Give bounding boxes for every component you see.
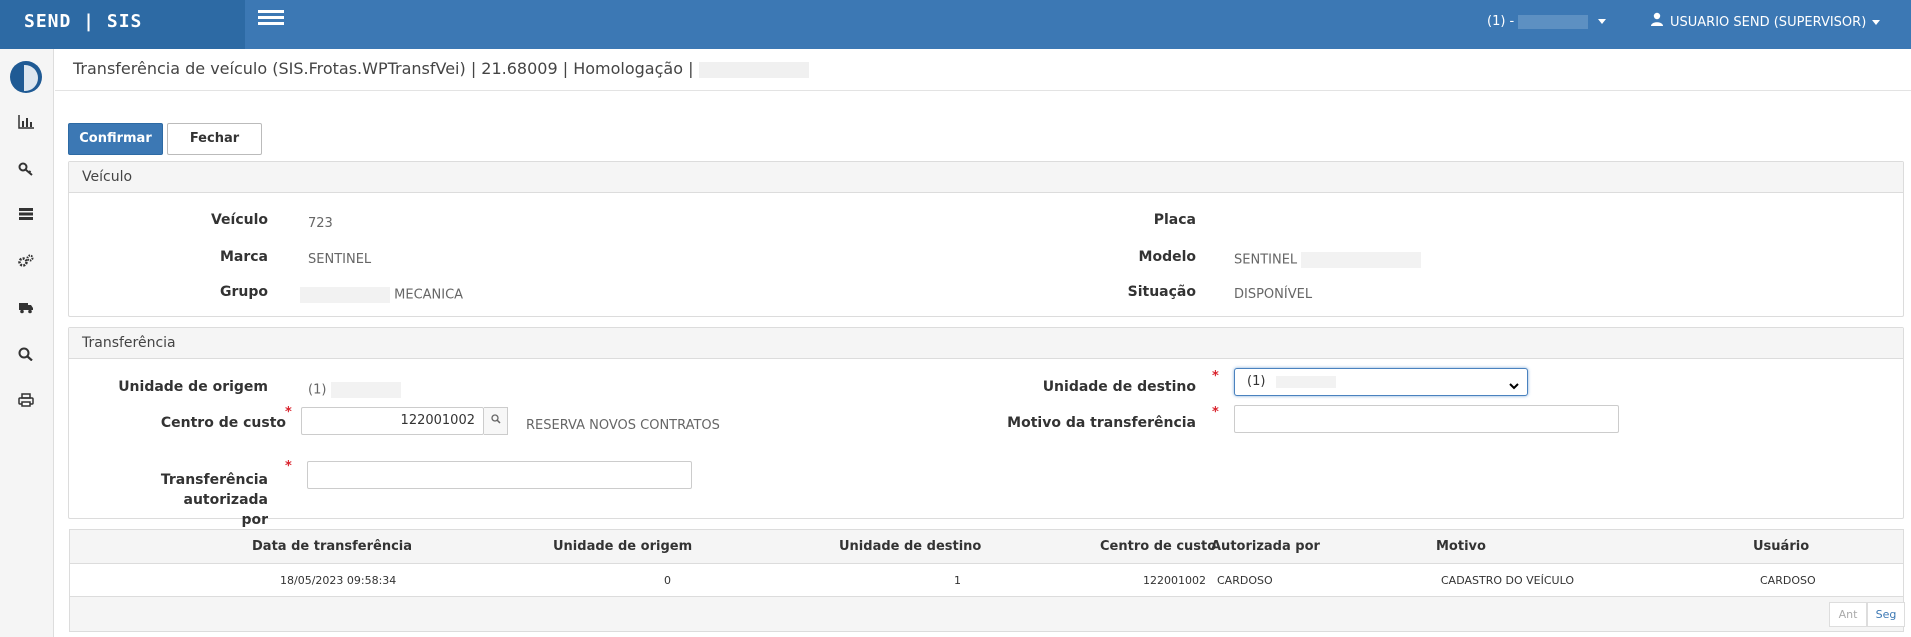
- table-cell: 18/05/2023 09:58:34: [280, 574, 397, 587]
- grupo-field: MECANICA: [300, 287, 463, 303]
- required-asterisk: *: [1212, 405, 1219, 420]
- modelo-label: Modelo: [1138, 249, 1196, 265]
- user-icon: [1650, 12, 1664, 33]
- column-header[interactable]: Centro de custo: [1100, 539, 1216, 554]
- server-icon[interactable]: [15, 207, 37, 229]
- bar-chart-icon[interactable]: [15, 115, 37, 137]
- chevron-down-icon: [1872, 20, 1881, 25]
- origem-field: (1): [308, 382, 401, 398]
- page-title: Transferência de veículo (SIS.Frotas.WPT…: [73, 59, 809, 78]
- search-icon: [490, 414, 501, 427]
- column-header[interactable]: Motivo: [1436, 539, 1486, 554]
- transfer-reason-input[interactable]: [1234, 405, 1619, 433]
- vehicle-panel-heading: Veículo: [69, 162, 1903, 193]
- table-row[interactable]: 18/05/2023 09:58:34 0 1 122001002 CARDOS…: [70, 564, 1903, 597]
- required-asterisk: *: [1212, 369, 1219, 384]
- redacted-unit-name: [1518, 14, 1589, 29]
- sidebar: [0, 49, 54, 637]
- autorizada-label: Transferência autorizada por: [80, 470, 268, 530]
- centro-label: Centro de custo: [160, 415, 286, 431]
- cost-center-search-button[interactable]: [484, 407, 508, 435]
- table-cell: CARDOSO: [1760, 574, 1816, 587]
- table-cell: 0: [664, 574, 671, 587]
- confirm-button[interactable]: Confirmar: [68, 123, 163, 155]
- redacted-destination-name: [1275, 375, 1336, 388]
- destination-unit-select[interactable]: (1): [1234, 368, 1528, 396]
- modelo-value: SENTINEL: [1234, 252, 1298, 268]
- grupo-label: Grupo: [219, 284, 268, 300]
- column-header[interactable]: Autorizada por: [1211, 539, 1320, 554]
- app-brand[interactable]: SEND | SIS: [0, 0, 245, 49]
- autorizada-label-line2: por: [241, 512, 268, 528]
- user-menu-label: USUARIO SEND (SUPERVISOR): [1670, 15, 1867, 30]
- veiculo-label: Veículo: [210, 212, 268, 228]
- table-cell: 122001002: [1143, 574, 1206, 587]
- column-header[interactable]: Usuário: [1753, 539, 1809, 554]
- autorizada-label-line1: Transferência autorizada: [160, 472, 268, 508]
- search-icon[interactable]: [15, 347, 37, 369]
- redacted-model-detail: [1301, 252, 1422, 268]
- column-header[interactable]: Data de transferência: [252, 539, 412, 554]
- page-title-text: Transferência de veículo (SIS.Frotas.WPT…: [73, 59, 694, 78]
- chevron-down-icon: [1598, 19, 1607, 24]
- column-header[interactable]: Unidade de origem: [553, 539, 692, 554]
- table-cell: 1: [954, 574, 961, 587]
- prev-page-button[interactable]: Ant: [1829, 602, 1867, 627]
- table-header-row: Data de transferência Unidade de origem …: [70, 530, 1903, 564]
- destino-label: Unidade de destino: [1042, 379, 1196, 395]
- grupo-value: MECANICA: [394, 287, 464, 303]
- next-page-button[interactable]: Seg: [1867, 602, 1905, 627]
- column-header[interactable]: Unidade de destino: [839, 539, 981, 554]
- authorized-by-input[interactable]: [307, 461, 692, 489]
- redacted-group-code: [300, 287, 390, 303]
- situacao-value: DISPONÍVEL: [1234, 287, 1313, 302]
- redacted-environment: [698, 61, 809, 78]
- user-menu[interactable]: USUARIO SEND (SUPERVISOR): [1650, 12, 1881, 33]
- transfer-history-table: Data de transferência Unidade de origem …: [69, 529, 1905, 632]
- required-asterisk: *: [285, 405, 292, 420]
- motivo-label: Motivo da transferência: [1007, 415, 1196, 431]
- cost-center-input[interactable]: 122001002: [301, 407, 484, 435]
- cogs-icon[interactable]: [15, 254, 37, 276]
- unit-selector[interactable]: (1) -: [1487, 12, 1607, 32]
- table-cell: CADASTRO DO VEÍCULO: [1441, 574, 1574, 587]
- print-icon[interactable]: [15, 393, 37, 415]
- origem-value: (1): [308, 382, 327, 398]
- cost-center-description: RESERVA NOVOS CONTRATOS: [526, 418, 720, 433]
- required-asterisk: *: [285, 459, 292, 474]
- unit-selector-label: (1) -: [1487, 14, 1515, 29]
- transfer-panel-heading: Transferência: [69, 328, 1903, 359]
- veiculo-value: 723: [308, 216, 333, 231]
- page-header: Transferência de veículo (SIS.Frotas.WPT…: [55, 49, 1911, 91]
- top-navbar: SEND | SIS (1) - USUARIO SEND (SUPERVISO…: [0, 0, 1911, 49]
- chevron-down-icon: [1509, 375, 1519, 401]
- table-pager: Ant Seg: [70, 597, 1905, 631]
- marca-label: Marca: [219, 249, 268, 265]
- origem-label: Unidade de origem: [118, 379, 268, 395]
- table-cell: CARDOSO: [1217, 574, 1273, 587]
- destination-unit-value: (1): [1247, 374, 1266, 389]
- key-icon[interactable]: [15, 162, 37, 184]
- close-button[interactable]: Fechar: [167, 123, 262, 155]
- marca-value: SENTINEL: [308, 252, 372, 267]
- menu-toggle-icon[interactable]: [258, 10, 284, 30]
- truck-icon[interactable]: [15, 300, 37, 322]
- redacted-origin-name: [330, 382, 401, 398]
- situacao-label: Situação: [1127, 284, 1196, 300]
- placa-label: Placa: [1153, 212, 1196, 228]
- modelo-field: SENTINEL: [1234, 252, 1422, 268]
- company-logo[interactable]: [10, 61, 42, 93]
